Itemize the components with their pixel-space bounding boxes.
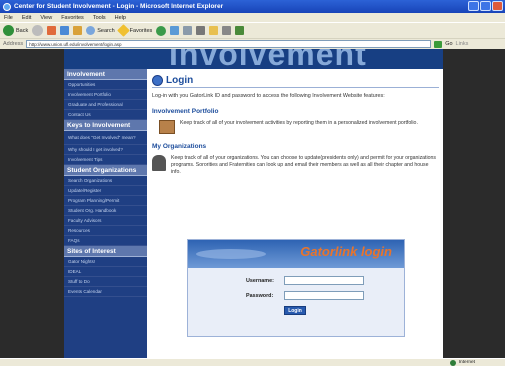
nav-item-events-calendar[interactable]: Events Calendar	[64, 287, 147, 297]
mail-icon[interactable]	[183, 26, 193, 35]
internet-zone-icon	[449, 359, 456, 366]
go-icon[interactable]	[434, 40, 443, 48]
nav-heading-sites: Sites of Interest	[64, 246, 147, 257]
print-icon[interactable]	[196, 26, 206, 35]
menu-favorites[interactable]: Favorites	[61, 15, 84, 21]
login-form: Username: Password: Login	[188, 268, 404, 315]
nav-item-faqs[interactable]: FAQs	[64, 236, 147, 246]
feature-text-organizations: Keep track of all of your organizations.…	[171, 155, 437, 175]
nav-item-search-orgs[interactable]: Search Organizations	[64, 176, 147, 186]
page-title-row: Login	[152, 74, 439, 88]
password-label: Password:	[246, 292, 274, 299]
people-icon	[152, 155, 166, 171]
back-button[interactable]: Back	[3, 25, 28, 36]
nav-heading-keys: Keys to Involvement	[64, 120, 147, 131]
page-margin-left	[0, 49, 64, 358]
maximize-button[interactable]	[480, 1, 491, 11]
search-button[interactable]: Search	[86, 26, 115, 35]
nav-item-portfolio[interactable]: Involvement Portfolio	[64, 90, 147, 100]
home-icon[interactable]	[73, 26, 83, 35]
menu-view[interactable]: View	[40, 15, 52, 21]
nav-item-program-planning[interactable]: Program Planning/Permit	[64, 196, 147, 206]
folder-icon[interactable]	[209, 26, 219, 35]
nav-item-update-register[interactable]: Update/Register	[64, 186, 147, 196]
search-icon	[86, 26, 96, 35]
address-input[interactable]: http://www.union.ufl.edu/involvement/log…	[26, 40, 432, 48]
close-button[interactable]	[492, 1, 503, 11]
banner-logo-text: Involvement	[169, 49, 367, 69]
links-label[interactable]: Links	[456, 41, 469, 47]
username-label: Username:	[246, 277, 274, 284]
feature-portfolio: Keep track of all of your involvement ac…	[152, 120, 439, 134]
nav-item-faculty-advisors[interactable]: Faculty Advisors	[64, 216, 147, 226]
site-banner: Involvement	[64, 49, 443, 69]
menu-help[interactable]: Help	[115, 15, 126, 21]
window-controls	[468, 1, 503, 11]
feature-organizations: Keep track of all of your organizations.…	[152, 155, 439, 176]
gatorlink-header: Gatorlink login	[188, 240, 404, 268]
messenger-icon[interactable]	[222, 26, 232, 35]
menu-edit[interactable]: Edit	[22, 15, 31, 21]
main-content: Login Log-in with you GatorLink ID and p…	[147, 69, 443, 358]
username-input[interactable]	[284, 276, 364, 285]
nav-item-tips[interactable]: Involvement Tips	[64, 155, 147, 165]
refresh-icon[interactable]	[60, 26, 70, 35]
feature-title-portfolio[interactable]: Involvement Portfolio	[152, 108, 439, 115]
nav-item-gator-nights[interactable]: Gator Nights!	[64, 257, 147, 267]
back-arrow-icon	[3, 25, 14, 36]
favorites-label: Favorites	[129, 27, 153, 34]
menubar: File Edit View Favorites Tools Help	[0, 13, 505, 22]
nav-item-contact[interactable]: Contact Us	[64, 110, 147, 120]
nav-heading-orgs: Student Organizations	[64, 165, 147, 176]
page-margin-right	[443, 49, 505, 358]
menu-tools[interactable]: Tools	[93, 15, 106, 21]
statusbar: Internet	[0, 358, 505, 366]
feature-title-organizations[interactable]: My Organizations	[152, 143, 439, 150]
login-globe-icon	[152, 75, 163, 86]
gatorlink-title: Gatorlink login	[300, 244, 392, 259]
login-button[interactable]: Login	[284, 306, 306, 315]
nav-heading-involvement: Involvement	[64, 69, 147, 80]
back-label: Back	[16, 27, 29, 34]
feature-text-portfolio: Keep track of all of your involvement ac…	[180, 120, 418, 126]
search-label: Search	[97, 27, 115, 34]
menu-file[interactable]: File	[4, 15, 13, 21]
stop-icon[interactable]	[47, 26, 57, 35]
favorites-button[interactable]: Favorites	[116, 24, 153, 37]
nav-item-resources[interactable]: Resources	[64, 226, 147, 236]
zone-label: Internet	[458, 360, 475, 365]
window-titlebar: Center for Student Involvement - Login -…	[0, 0, 505, 13]
window-title: Center for Student Involvement - Login -…	[14, 3, 224, 10]
sidebar-nav: Involvement Opportunities Involvement Po…	[64, 69, 147, 358]
history-icon[interactable]	[170, 26, 180, 35]
page-title: Login	[166, 75, 194, 86]
nav-item-stuff-to-do[interactable]: Stuff to Do	[64, 277, 147, 287]
address-label: Address	[3, 41, 24, 47]
discuss-icon[interactable]	[235, 26, 245, 35]
nav-item-handbook[interactable]: Student Org. Handbook	[64, 206, 147, 216]
ie-icon	[3, 2, 11, 11]
gator-logo-icon	[196, 249, 266, 259]
gatorlink-login-box: Gatorlink login Username: Password: Logi…	[187, 239, 405, 337]
nav-item-opportunities[interactable]: Opportunities	[64, 80, 147, 90]
forward-button[interactable]	[32, 25, 44, 36]
password-input[interactable]	[284, 291, 364, 300]
minimize-button[interactable]	[468, 1, 479, 11]
addressbar: Address http://www.union.ufl.edu/involve…	[0, 38, 505, 49]
password-row: Password:	[246, 291, 404, 300]
toolbar: Back Search Favorites	[0, 22, 505, 38]
page-viewport: Involvement Involvement Opportunities In…	[0, 49, 505, 358]
go-label[interactable]: Go	[445, 41, 452, 47]
username-row: Username:	[246, 276, 404, 285]
nav-item-why-involved[interactable]: Why should I get involved?	[64, 145, 147, 155]
media-icon[interactable]	[156, 25, 167, 36]
nav-item-graduate[interactable]: Graduate and Professional	[64, 100, 147, 110]
nav-item-ideal[interactable]: IDEAL	[64, 267, 147, 277]
nav-item-get-involved-meaning[interactable]: What does "Get Involved" mean?	[64, 131, 147, 145]
intro-text: Log-in with you GatorLink ID and passwor…	[152, 93, 385, 99]
portfolio-icon	[159, 120, 175, 134]
star-icon	[116, 24, 130, 37]
